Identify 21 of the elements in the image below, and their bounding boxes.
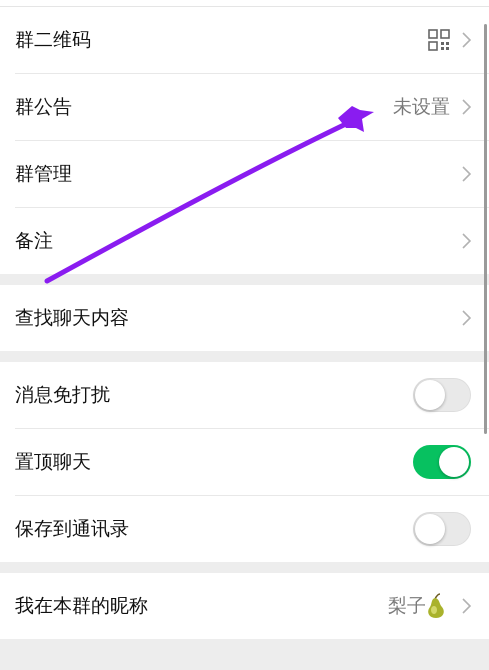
chevron-icon [462, 310, 471, 326]
row-value: 未设置 [393, 95, 450, 120]
toggle-switch[interactable] [413, 445, 471, 479]
chevron-icon [462, 32, 471, 48]
chevron-icon [462, 598, 471, 614]
row-label: 置顶聊天 [15, 450, 91, 475]
row-label: 查找聊天内容 [15, 306, 129, 331]
chevron-icon [462, 166, 471, 182]
pear-icon [426, 593, 446, 619]
row-label: 群公告 [15, 95, 72, 120]
chevron-icon [462, 233, 471, 249]
row-label: 消息免打扰 [15, 383, 110, 408]
scrollbar[interactable] [484, 24, 487, 434]
row-value: 梨子 [388, 594, 426, 619]
row-label: 保存到通讯录 [15, 517, 129, 542]
row-label: 群管理 [15, 162, 72, 187]
row-label: 备注 [15, 229, 53, 254]
row-label: 我在本群的昵称 [15, 594, 148, 619]
chevron-icon [462, 99, 471, 115]
qr-code-icon [428, 29, 450, 51]
row-label: 群二维码 [15, 28, 91, 53]
